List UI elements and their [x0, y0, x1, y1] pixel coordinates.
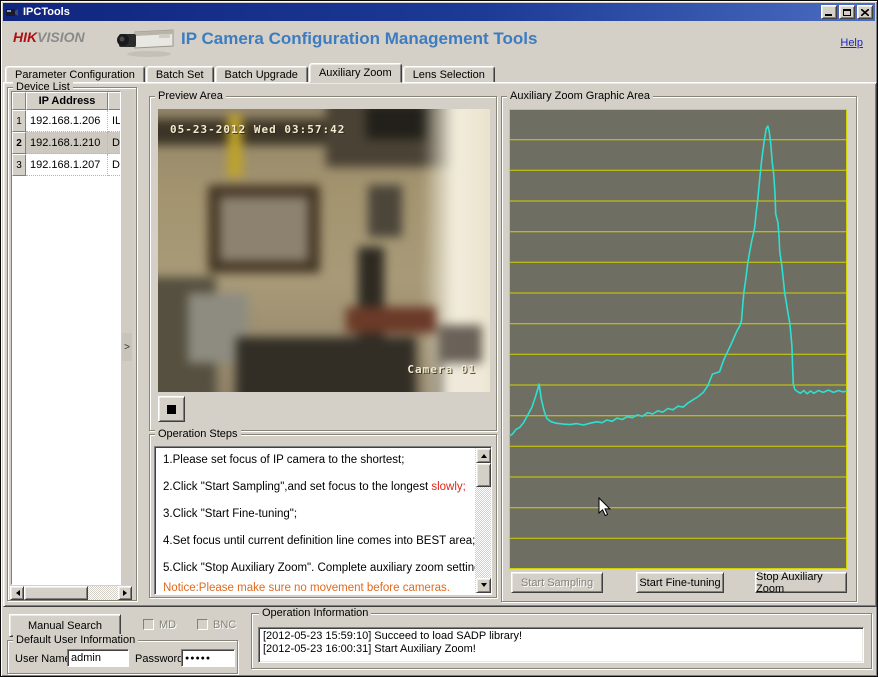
- column-header-ip[interactable]: IP Address: [26, 92, 108, 110]
- scroll-right-button[interactable]: [118, 586, 132, 600]
- logo-vision: VISION: [37, 29, 84, 45]
- app-window: IPCTools HIKVISION IP Camera Configurati…: [0, 0, 878, 677]
- tab-label: Auxiliary Zoom: [319, 67, 392, 79]
- device-list-expander[interactable]: >: [122, 333, 132, 361]
- camera-preview: 05-23-2012 Wed 03:57:42 Camera 01: [158, 109, 490, 392]
- preview-blob: [368, 185, 402, 237]
- preview-area-label: Preview Area: [155, 90, 226, 102]
- title-bar[interactable]: IPCTools: [3, 3, 875, 21]
- app-header: HIKVISION IP Camera Configuration Manage…: [3, 21, 875, 62]
- tab-bar: Parameter Configuration Batch Set Batch …: [5, 63, 873, 83]
- scroll-down-button[interactable]: [476, 578, 491, 593]
- help-link[interactable]: Help: [840, 37, 863, 49]
- definition-chart: [509, 109, 847, 569]
- tab-label: Lens Selection: [413, 69, 485, 81]
- operation-steps-text: 1.Please set focus of IP camera to the s…: [154, 446, 492, 595]
- notice-line-1: Notice:Please make sure no movement befo…: [163, 582, 450, 594]
- step-1: 1.Please set focus of IP camera to the s…: [163, 454, 404, 466]
- preview-blob: [220, 197, 308, 261]
- stop-icon: [167, 405, 176, 414]
- arrow-up-icon: [481, 451, 487, 458]
- column-header-model[interactable]: [108, 92, 121, 110]
- tab-batch-set[interactable]: Batch Set: [146, 66, 214, 83]
- step-2-text: 2.Click "Start Sampling",and set focus t…: [163, 481, 431, 493]
- window-title: IPCTools: [23, 6, 819, 18]
- row-header-2[interactable]: 2: [12, 132, 26, 154]
- device-row-ip[interactable]: 192.168.1.210: [26, 132, 108, 154]
- maximize-icon: [843, 9, 851, 16]
- username-field[interactable]: admin: [67, 649, 129, 667]
- close-button[interactable]: [857, 5, 873, 19]
- graphic-area-label: Auxiliary Zoom Graphic Area: [507, 90, 653, 102]
- step-4: 4.Set focus until current definition lin…: [163, 535, 475, 547]
- tab-label: Batch Upgrade: [225, 69, 298, 81]
- minimize-button[interactable]: [821, 5, 837, 19]
- log-line: [2012-05-23 16:00:31] Start Auxiliary Zo…: [263, 643, 476, 655]
- start-finetuning-button[interactable]: Start Fine-tuning: [636, 572, 724, 593]
- tab-label: Batch Set: [156, 69, 204, 81]
- minimize-icon: [825, 14, 832, 16]
- step-2-highlight: slowly;: [431, 481, 466, 493]
- page-title: IP Camera Configuration Management Tools: [181, 29, 537, 49]
- preview-blob: [236, 337, 416, 392]
- device-row-ip[interactable]: 192.168.1.207: [26, 154, 108, 176]
- arrow-right-icon: [123, 590, 130, 596]
- scroll-up-button[interactable]: [476, 448, 491, 463]
- stop-preview-button[interactable]: [158, 396, 185, 422]
- default-user-info-label: Default User Information: [13, 634, 138, 646]
- definition-curve-svg: [509, 109, 847, 569]
- operation-steps-label: Operation Steps: [155, 428, 241, 440]
- step-3: 3.Click "Start Fine-tuning";: [163, 508, 297, 520]
- tab-label: Parameter Configuration: [15, 69, 135, 81]
- username-label: User Name: [15, 653, 71, 665]
- bnc-checkbox[interactable]: [197, 619, 208, 630]
- maximize-button[interactable]: [839, 5, 855, 19]
- tab-lens-selection[interactable]: Lens Selection: [403, 66, 495, 83]
- start-sampling-button[interactable]: Start Sampling: [511, 572, 603, 593]
- row-header-3[interactable]: 3: [12, 154, 26, 176]
- device-row-model[interactable]: DS-: [108, 132, 121, 154]
- password-field[interactable]: ●●●●●: [181, 649, 235, 667]
- stop-auxiliary-zoom-button[interactable]: Stop Auxiliary Zoom: [755, 572, 847, 593]
- tab-batch-upgrade[interactable]: Batch Upgrade: [215, 66, 308, 83]
- osd-camera-name: Camera 01: [407, 363, 476, 376]
- password-label: Password: [135, 653, 183, 665]
- log-line: [2012-05-23 15:59:10] Succeed to load SA…: [263, 630, 522, 642]
- scroll-left-button[interactable]: [10, 586, 24, 600]
- osd-timestamp: 05-23-2012 Wed 03:57:42: [170, 123, 345, 136]
- camera-icon: [115, 25, 177, 59]
- step-5: 5.Click "Stop Auxiliary Zoom". Complete …: [163, 562, 484, 574]
- row-header-1[interactable]: 1: [12, 110, 26, 132]
- preview-scene: [158, 109, 490, 392]
- tab-auxiliary-zoom[interactable]: Auxiliary Zoom: [309, 63, 402, 83]
- preview-blob: [366, 109, 426, 139]
- device-row-model[interactable]: DS2: [108, 154, 121, 176]
- table-corner-cell: [12, 92, 26, 110]
- bnc-checkbox-label: BNC: [213, 619, 236, 631]
- close-icon: [861, 9, 869, 16]
- operation-log: [2012-05-23 15:59:10] Succeed to load SA…: [258, 627, 864, 663]
- arrow-down-icon: [481, 583, 487, 590]
- operation-info-label: Operation Information: [259, 607, 371, 619]
- device-row-model[interactable]: IL6: [108, 110, 121, 132]
- md-checkbox[interactable]: [143, 619, 154, 630]
- step-2: 2.Click "Start Sampling",and set focus t…: [163, 481, 466, 493]
- hscroll-thumb[interactable]: [24, 586, 88, 600]
- arrow-left-icon: [13, 590, 20, 596]
- preview-blob: [346, 307, 436, 333]
- logo-hik: HIK: [13, 29, 37, 45]
- device-row-ip[interactable]: 192.168.1.206: [26, 110, 108, 132]
- vscroll-thumb[interactable]: [476, 463, 491, 487]
- md-checkbox-label: MD: [159, 619, 176, 631]
- device-table: IP Address 1 192.168.1.206 IL6 2 192.168…: [11, 91, 121, 585]
- hikvision-logo: HIKVISION: [13, 29, 85, 45]
- app-icon: [5, 6, 19, 18]
